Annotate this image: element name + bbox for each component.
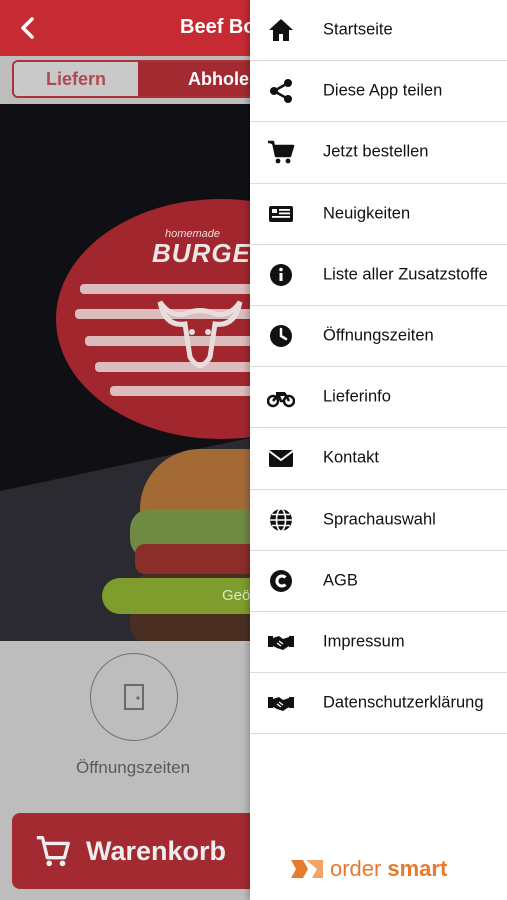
drawer-item-language[interactable]: Sprachauswahl (250, 490, 507, 551)
handshake-icon (266, 690, 296, 716)
navigation-drawer: Startseite Diese App teilen Jetzt bestel… (250, 0, 507, 900)
clock-icon (266, 323, 296, 349)
news-icon (266, 201, 296, 227)
drawer-item-contact[interactable]: Kontakt (250, 428, 507, 490)
drawer-item-additives[interactable]: Liste aller Zusatzstoffe (250, 245, 507, 306)
copyright-icon (266, 568, 296, 594)
drawer-item-news[interactable]: Neuigkeiten (250, 184, 507, 245)
drawer-item-label: Impressum (323, 632, 405, 651)
drawer-item-terms[interactable]: AGB (250, 551, 507, 612)
cart-label: Warenkorb (86, 835, 227, 866)
bull-head-icon (157, 300, 243, 368)
tab-delivery[interactable]: Liefern (14, 62, 138, 96)
drawer-item-delivery-info[interactable]: Lieferinfo (250, 367, 507, 429)
cart-icon (36, 836, 70, 867)
handshake-icon (266, 629, 296, 655)
ordersmart-logo: order smart (290, 856, 447, 882)
drawer-item-label: Neuigkeiten (323, 204, 411, 223)
drawer-item-home[interactable]: Startseite (250, 0, 507, 62)
drawer-item-order[interactable]: Jetzt bestellen (250, 122, 507, 184)
globe-icon (266, 507, 296, 533)
drawer-item-label: Liste aller Zusatzstoffe (323, 265, 488, 284)
drawer-item-share[interactable]: Diese App teilen (250, 61, 507, 123)
brand-word-smart: smart (387, 856, 448, 881)
info-icon (266, 262, 296, 288)
share-icon (266, 78, 296, 104)
drawer-item-label: Lieferinfo (323, 387, 391, 406)
drawer-item-imprint[interactable]: Impressum (250, 612, 507, 674)
brand-word-order: order (330, 856, 382, 881)
back-arrow-icon[interactable] (14, 14, 42, 42)
cart-icon (266, 139, 296, 165)
drawer-item-label: Diese App teilen (323, 81, 443, 100)
app-screen: Beef Boy Liefern Abholen homemade BURGER (0, 0, 507, 900)
door-icon (124, 684, 144, 710)
home-icon (266, 17, 296, 43)
ordersmart-mark-icon (291, 860, 323, 878)
drawer-item-label: Öffnungszeiten (323, 326, 434, 345)
drawer-item-opening-hours[interactable]: Öffnungszeiten (250, 306, 507, 368)
drawer-item-label: Startseite (323, 20, 393, 39)
drawer-item-label: Sprachauswahl (323, 510, 436, 529)
drawer-item-label: Jetzt bestellen (323, 142, 429, 161)
drawer-item-label: AGB (323, 571, 358, 590)
opening-hours-label: Öffnungszeiten (76, 758, 191, 777)
envelope-icon (266, 445, 296, 471)
drawer-item-label: Kontakt (323, 448, 379, 467)
drawer-item-label: Datenschutzerklärung (323, 693, 484, 712)
motorcycle-icon (266, 384, 296, 410)
drawer-item-privacy[interactable]: Datenschutzerklärung (250, 673, 507, 735)
